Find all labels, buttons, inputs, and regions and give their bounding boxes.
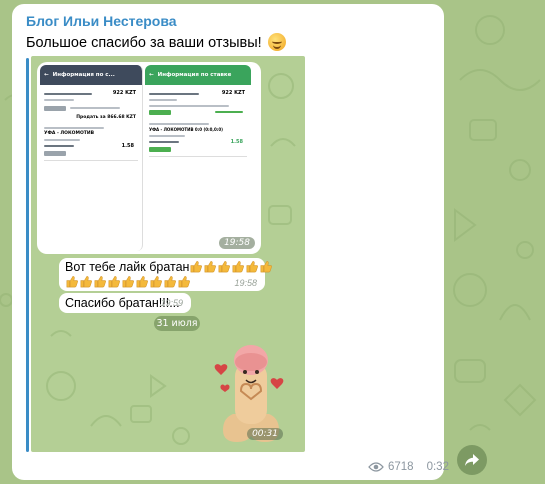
smiling-face-icon — [267, 33, 286, 51]
share-arrow-icon — [465, 454, 479, 466]
thumbs-up-icon — [94, 276, 106, 288]
bet-screenshot-left: ← Информация по с... 922 KZT Продать за … — [40, 65, 143, 251]
chat-screenshot[interactable]: ← Информация по с... 922 KZT Продать за … — [31, 56, 305, 452]
thumbs-up-icon — [261, 261, 273, 273]
post-text-content: Большое спасибо за ваши отзывы! — [26, 35, 262, 51]
shot-line — [149, 141, 179, 143]
eye-icon — [368, 462, 384, 472]
thumbs-up-icon — [80, 276, 92, 288]
message-line: Вот тебе лайк братан — [65, 260, 273, 274]
thumbs-up-icon — [205, 261, 217, 273]
date-separator: 31 июля — [154, 316, 200, 331]
message-text: Вот тебе лайк братан — [65, 260, 190, 274]
channel-post: Блог Ильи Нестерова Большое спасибо за в… — [12, 4, 449, 480]
thumbs-up-icon — [191, 261, 203, 273]
shot-line — [149, 93, 199, 95]
thumbs-up-icon — [66, 276, 78, 288]
thumbs-up-row — [65, 275, 191, 289]
thumbs-up-icon — [178, 276, 190, 288]
shot-line — [44, 139, 80, 141]
screenshot-title: Информация по ставке — [157, 72, 232, 78]
shot-line — [149, 99, 177, 101]
thumbs-up-row — [189, 260, 273, 274]
divider — [44, 160, 138, 161]
back-arrow-icon: ← — [44, 72, 49, 78]
divider — [149, 156, 247, 157]
thumbs-up-icon — [233, 261, 245, 273]
shot-line — [149, 135, 185, 137]
odds: 1.58 — [121, 143, 134, 149]
media-accent-bar — [26, 58, 29, 452]
sell-amount: Продать за 866.68 KZT — [76, 115, 136, 120]
thumbs-up-icon — [136, 276, 148, 288]
screenshot-title: Информация по с... — [52, 72, 115, 78]
shot-line — [44, 145, 74, 147]
bet-screenshot-right: ← Информация по ставке 922 KZT УФА - ЛОК… — [145, 65, 251, 251]
match-name: УФА - ЛОКОМОТИВ 0:0 (0:0,0:0) — [149, 127, 223, 132]
shot-badge — [44, 151, 66, 156]
shot-badge — [44, 106, 66, 111]
views-count: 6718 — [388, 461, 414, 473]
bet-amount: 922 KZT — [112, 90, 136, 96]
sticker[interactable]: 00:31 — [211, 336, 291, 446]
message-bubble[interactable]: Вот тебе лайк братан 19:58 — [59, 258, 273, 291]
shot-badge — [149, 110, 171, 115]
post-time: 0:32 — [426, 461, 449, 473]
shot-line — [44, 93, 92, 95]
shot-badge — [149, 147, 171, 152]
shot-line — [44, 99, 74, 101]
shot-line — [149, 123, 209, 125]
sticker-time: 00:31 — [247, 428, 283, 440]
thumbs-up-icon — [247, 261, 259, 273]
shot-line — [70, 107, 120, 109]
screenshots-bubble[interactable]: ← Информация по с... 922 KZT Продать за … — [37, 62, 261, 254]
screenshot-header: ← Информация по с... — [40, 65, 142, 85]
bet-amount: 922 KZT — [221, 90, 245, 96]
odds: 1.58 — [230, 139, 243, 145]
screenshot-header: ← Информация по ставке — [145, 65, 251, 85]
message-time: 19:58 — [234, 278, 257, 288]
share-button[interactable] — [457, 445, 487, 475]
thumbs-up-icon — [150, 276, 162, 288]
channel-name[interactable]: Блог Ильи Нестерова — [26, 13, 177, 29]
shot-line — [215, 111, 243, 113]
post-meta: 6718 0:32 — [368, 461, 449, 473]
message-time: 19:58 — [219, 237, 255, 249]
message-time: 19:59 — [160, 298, 183, 308]
thumbs-up-icon — [122, 276, 134, 288]
message-bubble[interactable]: Спасибо братан!!!... 19:59 — [59, 293, 191, 313]
thumbs-up-icon — [108, 276, 120, 288]
match-name: УФА - ЛОКОМОТИВ — [44, 131, 95, 136]
thumbs-up-icon — [164, 276, 176, 288]
back-arrow-icon: ← — [149, 72, 154, 78]
post-text: Большое спасибо за ваши отзывы! — [26, 33, 286, 51]
thumbs-up-icon — [219, 261, 231, 273]
shot-line — [149, 105, 229, 107]
shot-line — [44, 127, 104, 129]
